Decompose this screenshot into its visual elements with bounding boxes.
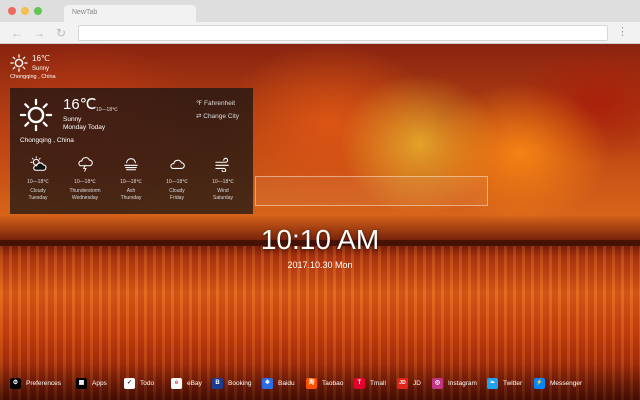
wind-icon bbox=[215, 157, 229, 172]
clock-date: 2017.10.30 Mon bbox=[287, 260, 353, 270]
forward-arrow-icon[interactable]: → bbox=[33, 26, 45, 40]
dock-label: Instagram bbox=[448, 380, 477, 387]
forecast-weekday: Thursday bbox=[120, 195, 142, 201]
menu-icon[interactable]: ⋮ bbox=[617, 26, 628, 38]
forecast-condition: Cloudy bbox=[30, 188, 46, 194]
mini-condition: Sunny bbox=[32, 66, 50, 72]
gear-icon: ⚙ bbox=[10, 378, 21, 389]
dock-label: JD bbox=[413, 380, 421, 387]
sun-icon bbox=[10, 54, 28, 72]
forecast-day: 10—18℃ Cloudy Friday bbox=[154, 152, 200, 201]
dock-label: Booking bbox=[228, 380, 252, 387]
current-temperature: 16℃ bbox=[63, 96, 97, 113]
bottom-dock: ⚙ Preferences ▦ Apps ✓ Todo e eBay B Boo… bbox=[0, 374, 640, 394]
jd-icon: JD bbox=[397, 378, 408, 389]
mini-temperature: 16℃ bbox=[32, 54, 50, 63]
fahrenheit-toggle[interactable]: ℉ Fahrenheit bbox=[196, 99, 235, 107]
tab-newtab[interactable]: NewTab bbox=[64, 5, 196, 22]
mini-location: Chongqing , China bbox=[10, 74, 56, 80]
forecast-condition: Cloudy bbox=[169, 188, 185, 194]
forecast-range: 10—18℃ bbox=[212, 179, 234, 185]
forecast-range: 10—18℃ bbox=[120, 179, 142, 185]
forecast-weekday: Saturday bbox=[212, 195, 233, 201]
dock-label: Taobao bbox=[322, 380, 344, 387]
forecast-range: 10—18℃ bbox=[166, 179, 188, 185]
forecast-day: 10—18℃ Thunderstorm Wednesday bbox=[62, 152, 108, 201]
dock-label: Baidu bbox=[278, 380, 295, 387]
forecast-day: 10—18℃ Ash Thursday bbox=[108, 152, 154, 201]
current-day: Monday Today bbox=[63, 124, 106, 131]
twitter-icon: ❧ bbox=[487, 378, 498, 389]
baidu-icon: ❖ bbox=[262, 378, 273, 389]
forecast-condition: Wind bbox=[217, 188, 229, 194]
forecast-condition: Ash bbox=[126, 188, 136, 194]
forecast-range: 10—18℃ bbox=[74, 179, 96, 185]
dock-label: Apps bbox=[92, 380, 107, 387]
forecast-day: 10—18℃ Wind Saturday bbox=[200, 152, 246, 201]
browser-tabstrip: NewTab bbox=[0, 0, 640, 22]
ebay-icon: e bbox=[171, 378, 182, 389]
instagram-icon: ◎ bbox=[432, 378, 443, 389]
dock-label: Tmall bbox=[370, 380, 386, 387]
dock-label: Twitter bbox=[503, 380, 523, 387]
messenger-icon: ⚡ bbox=[534, 378, 545, 389]
thunderstorm-icon bbox=[78, 157, 93, 172]
booking-icon: B bbox=[212, 378, 223, 389]
search-input[interactable] bbox=[255, 176, 488, 206]
change-city-button[interactable]: ⇄ Change City bbox=[196, 112, 239, 120]
forecast-list: 10—18℃ Cloudy Tuesday 10—18℃ Thunderstor… bbox=[10, 152, 253, 208]
clock-time: 10:10 AM bbox=[260, 224, 380, 255]
current-condition: Sunny bbox=[63, 116, 82, 123]
forecast-weekday: Wednesday bbox=[71, 195, 99, 201]
close-window-icon[interactable] bbox=[8, 7, 16, 15]
minimize-window-icon[interactable] bbox=[21, 7, 29, 15]
sun-icon bbox=[19, 98, 53, 132]
dock-label: Todo bbox=[140, 380, 155, 387]
browser-toolbar: ← → ↻ ⋮ bbox=[0, 22, 640, 44]
temperature-range: 10—18℃ bbox=[96, 107, 118, 113]
taobao-icon: 淘 bbox=[306, 378, 317, 389]
forecast-condition: Thunderstorm bbox=[69, 188, 101, 194]
tmall-icon: T bbox=[354, 378, 365, 389]
back-arrow-icon[interactable]: ← bbox=[11, 26, 23, 40]
forecast-day: 10—18℃ Cloudy Tuesday bbox=[15, 152, 61, 201]
sun-cloud-icon bbox=[30, 156, 47, 171]
maximize-window-icon[interactable] bbox=[34, 7, 42, 15]
dock-label: Preferences bbox=[26, 380, 62, 387]
apps-grid-icon: ▦ bbox=[76, 378, 87, 389]
cloud-icon bbox=[170, 159, 185, 169]
weather-location: Chongqing , China bbox=[20, 137, 74, 144]
forecast-weekday: Tuesday bbox=[28, 195, 48, 201]
checkbox-icon: ✓ bbox=[124, 378, 135, 389]
dock-label: Messenger bbox=[550, 380, 583, 387]
weather-panel: 16℃ 10—18℃ Sunny Monday Today ℉ Fahrenhe… bbox=[10, 88, 253, 214]
haze-icon bbox=[124, 158, 138, 171]
address-bar[interactable] bbox=[78, 25, 608, 41]
forecast-range: 10—18℃ bbox=[27, 179, 49, 185]
dock-label: eBay bbox=[187, 380, 202, 387]
forecast-weekday: Friday bbox=[170, 195, 184, 201]
reload-icon[interactable]: ↻ bbox=[56, 26, 66, 40]
